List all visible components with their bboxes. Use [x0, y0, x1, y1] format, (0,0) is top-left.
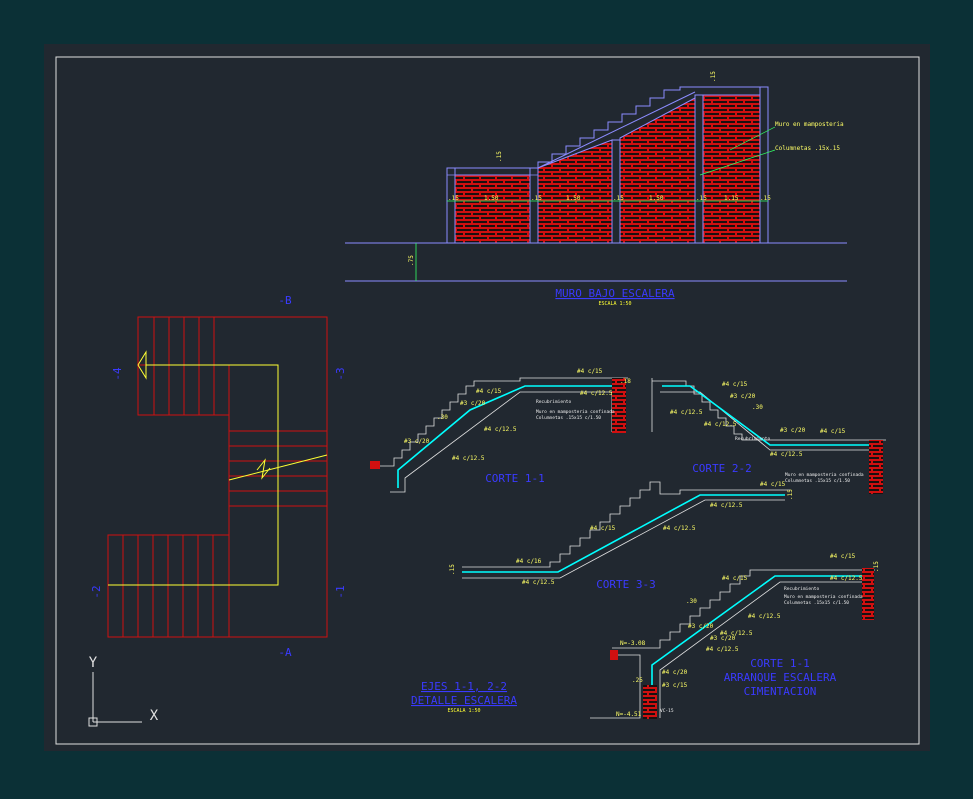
- wall-title: MURO BAJO ESCALERA: [555, 287, 675, 300]
- s2-label-2: #4 c/12.5: [670, 409, 703, 416]
- s1-label-0: #4 c/15: [476, 388, 502, 395]
- s1-label-8: .18: [620, 378, 631, 385]
- s3-label-2: #4 c/15: [590, 525, 616, 532]
- s4-level-top: N=-3.08: [620, 640, 646, 647]
- s1-label-6: #4 c/12.5: [452, 455, 485, 462]
- dim-3: 1.50: [566, 195, 581, 202]
- plan-title-2: DETALLE ESCALERA: [411, 694, 517, 707]
- s4-title-2: ARRANQUE ESCALERA: [724, 671, 837, 684]
- s4-label-4: #3 c/20: [688, 623, 714, 630]
- s4-label-3: .30: [686, 598, 697, 605]
- s4-label-0: #4 c/15: [722, 575, 748, 582]
- axis-label-3: -3: [334, 367, 347, 380]
- s2-label-6: #4 c/15: [820, 428, 846, 435]
- s3-label-4: #4 c/12.5: [710, 502, 743, 509]
- s4-label-9: #3 c/15: [662, 682, 688, 689]
- cad-canvas[interactable]: .75 .15 1.50 .15 1.50 .15 1.50 .15 1.15 …: [0, 0, 973, 795]
- plan-scale: ESCALA 1:50: [447, 708, 480, 714]
- s1-label-3: #3 c/20: [460, 400, 486, 407]
- axis-label-4: -4: [111, 367, 124, 381]
- s4-label-10: #4 c/12.5: [706, 646, 739, 653]
- s2-label-4: #4 c/12.5: [704, 421, 737, 428]
- s4-label-11: .15: [873, 561, 880, 572]
- dim-1: 1.50: [484, 195, 499, 202]
- s4-label-8: #4 c/20: [662, 669, 688, 676]
- s2-callout-b: Muro en mamposteria confinada: [785, 472, 864, 478]
- height-dim: .75: [408, 255, 415, 266]
- s2-label-7: #4 c/12.5: [770, 451, 803, 458]
- s4-level-bottom: N=-4.51: [616, 711, 642, 718]
- s4-label-2: #4 c/12.5: [830, 575, 863, 582]
- s3-title: CORTE 3-3: [596, 578, 656, 591]
- s1-label-5: #3 c/20: [404, 438, 430, 445]
- s3-label-6: .15: [449, 564, 456, 575]
- s3-label-7: .15: [787, 489, 794, 500]
- s1-callout-c: Columnetas .15x15 c/1.50: [536, 415, 601, 421]
- s2-title: CORTE 2-2: [692, 462, 752, 475]
- s2-callout-c: Columnetas .15x15 c/1.50: [785, 478, 850, 484]
- top-dim-0: .15: [496, 151, 503, 162]
- s1-label-1: #4 c/15: [577, 368, 603, 375]
- top-dim-1: .15: [710, 71, 717, 82]
- s3-label-1: #4 c/12.5: [522, 579, 555, 586]
- plan-title-1: EJES 1-1, 2-2: [421, 680, 507, 693]
- s4-title-1: CORTE 1-1: [750, 657, 810, 670]
- ucs-x-label: X: [150, 708, 159, 724]
- axis-label-2: -2: [90, 585, 103, 598]
- dim-8: .15: [760, 195, 771, 202]
- s1-callout-b: Muro en mamposteria confinada: [536, 409, 615, 415]
- callout-columns: Columnetas .15x.15: [775, 145, 840, 152]
- s4-beam: VC-15: [660, 708, 674, 714]
- s4-label-12: .25: [632, 677, 643, 684]
- dim-4: .15: [613, 195, 624, 202]
- s2-label-3: .30: [752, 404, 763, 411]
- s2-label-5: #3 c/20: [780, 427, 806, 434]
- ucs-y-label: Y: [89, 655, 98, 671]
- s1-label-7: .30: [437, 414, 448, 421]
- dim-6: .15: [696, 195, 707, 202]
- s2-callout-a: Recubrimiento: [735, 436, 771, 442]
- wall-scale: ESCALA 1:50: [598, 301, 631, 307]
- s3-label-5: #4 c/15: [760, 481, 786, 488]
- s4-label-5: #4 c/12.5: [748, 613, 781, 620]
- s3-label-0: #4 c/16: [516, 558, 542, 565]
- s1-title: CORTE 1-1: [485, 472, 545, 485]
- axis-label-a: -A: [278, 646, 292, 659]
- s1-label-4: #4 c/12.5: [484, 426, 517, 433]
- dim-5: 1.50: [649, 195, 664, 202]
- s1-callout-a: Recubrimiento: [536, 399, 572, 405]
- s4-callout-c: Columnetas .15x15 c/1.50: [784, 600, 849, 606]
- callout-masonry: Muro en mamposteria: [775, 121, 844, 128]
- axis-label-1: -1: [334, 585, 347, 598]
- dim-2: .15: [531, 195, 542, 202]
- s2-label-0: #4 c/15: [722, 381, 748, 388]
- dim-0: .15: [448, 195, 459, 202]
- s4-callout-a: Recubrimiento: [784, 586, 820, 592]
- s4-title-3: CIMENTACION: [744, 685, 817, 698]
- s3-label-3: #4 c/12.5: [663, 525, 696, 532]
- axis-label-b: -B: [278, 294, 292, 307]
- s2-label-1: #3 c/20: [730, 393, 756, 400]
- s1-label-2: #4 c/12.5: [580, 390, 613, 397]
- s4-label-7: #4 c/12.5: [720, 630, 753, 637]
- s4-label-1: #4 c/15: [830, 553, 856, 560]
- s4-callout-b: Muro en mamposteria confinada: [784, 594, 863, 600]
- dim-7: 1.15: [724, 195, 739, 202]
